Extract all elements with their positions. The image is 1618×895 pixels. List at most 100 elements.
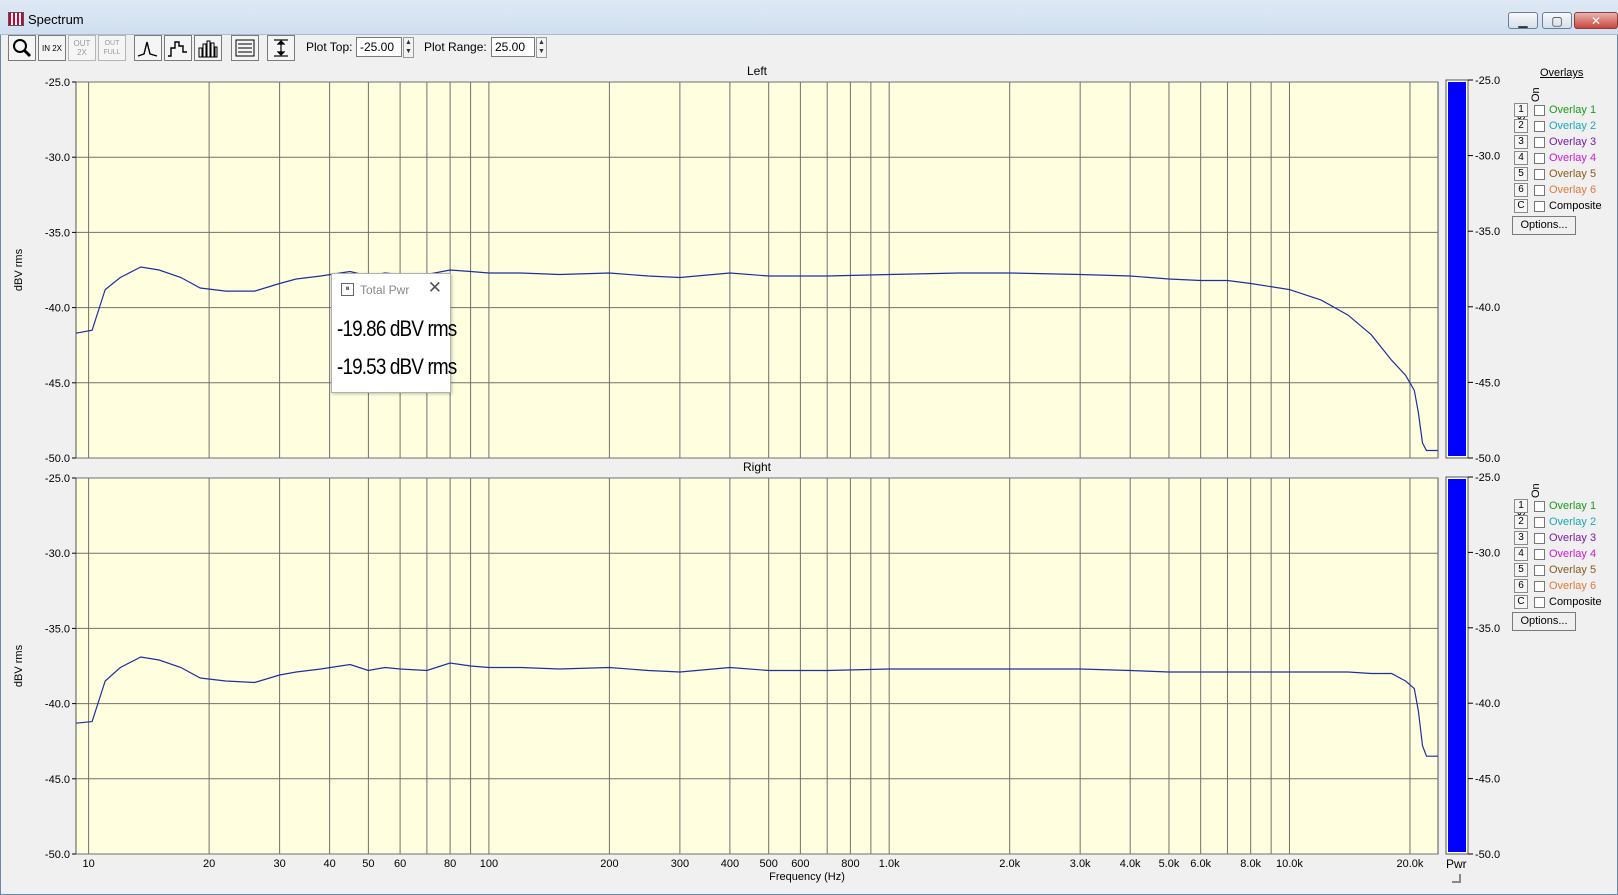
zoom-in-2x-label: IN 2X [41,43,62,53]
maximize-icon: ▢ [1551,13,1563,28]
zoom-button[interactable] [8,35,36,61]
plot-top-input[interactable] [356,37,402,57]
spectrum-window [0,0,1618,895]
zoom-out-full-button[interactable]: OUT FULL [98,35,126,61]
title-bar[interactable]: Spectrum ▁ ▢ ✕ [0,0,1618,35]
overlay-label: Overlay 6 [1549,184,1597,196]
on-column-label: On [1530,87,1542,102]
overlay-label: Overlay 3 [1549,532,1597,544]
plot-top-label: Plot Top: [306,40,353,54]
autoscale-button[interactable] [267,35,295,61]
overlay-on-checkbox[interactable] [1534,121,1545,132]
overlay-on-checkbox[interactable] [1534,581,1545,592]
zoom-out-2x-button[interactable]: OUT 2X [68,35,96,61]
window-title: Spectrum [28,12,84,27]
zoom-in-2x-button[interactable]: IN 2X [38,35,66,61]
overlay-set-button[interactable]: 6 [1514,183,1528,197]
overlay-label: Overlay 1 [1549,500,1597,512]
minimize-icon: ▁ [1518,13,1528,28]
overlay-label: Overlay 1 [1549,104,1597,116]
overlay-on-checkbox[interactable] [1534,597,1545,608]
overlay-on-checkbox[interactable] [1534,169,1545,180]
overlay-set-button[interactable]: C [1514,595,1528,609]
minimize-button[interactable]: ▁ [1508,12,1538,29]
overlay-on-checkbox[interactable] [1534,517,1545,528]
overlay-label: Overlay 2 [1549,516,1597,528]
close-icon: ✕ [1590,13,1602,28]
overlay-on-checkbox[interactable] [1534,501,1545,512]
pin-icon[interactable]: ⏸ [341,283,354,296]
overlay-set-button[interactable]: 3 [1514,531,1528,545]
bar-graph-icon [198,40,218,58]
resize-grip[interactable] [1452,874,1461,883]
layout-button[interactable] [231,35,259,61]
overlay-on-checkbox[interactable] [1534,549,1545,560]
app-icon [8,12,24,26]
maximize-button[interactable]: ▢ [1542,12,1572,29]
overlay-set-button[interactable]: 5 [1514,563,1528,577]
overlay-row: 3 Overlay 3 [1514,135,1614,150]
total-pwr-title: Total Pwr [360,283,410,297]
overlay-set-button[interactable]: C [1514,199,1528,213]
overlay-options-button[interactable]: Options... [1512,216,1576,235]
peak-mode-button[interactable] [134,35,162,61]
overlay-row: 5 Overlay 5 [1514,167,1614,182]
vertical-scale-icon [274,39,288,57]
overlay-row: 1 Overlay 1 [1514,499,1614,514]
spin-down-icon: ▼ [405,48,412,55]
overlay-set-button[interactable]: 3 [1514,135,1528,149]
zoom-out-full-label: OUT FULL [103,40,121,56]
overlay-row: 6 Overlay 6 [1514,183,1614,198]
plot-range-input[interactable] [491,37,535,57]
overlay-set-button[interactable]: 1 [1514,103,1528,117]
overlay-set-button[interactable]: 4 [1514,151,1528,165]
step-mode-button[interactable] [164,35,192,61]
overlay-row: 4 Overlay 4 [1514,151,1614,166]
overlay-row: 3 Overlay 3 [1514,531,1614,546]
overlay-label: Overlay 4 [1549,548,1597,560]
overlay-label: Overlay 4 [1549,152,1597,164]
overlay-on-checkbox[interactable] [1534,137,1545,148]
overlay-on-checkbox[interactable] [1534,105,1545,116]
overlay-set-button[interactable]: 1 [1514,499,1528,513]
overlay-options-button[interactable]: Options... [1512,612,1576,631]
overlay-on-checkbox[interactable] [1534,153,1545,164]
overlay-label: Overlay 3 [1549,136,1597,148]
step-line-icon [168,41,187,57]
close-button[interactable]: ✕ [1574,12,1618,29]
overlay-set-button[interactable]: 4 [1514,547,1528,561]
total-pwr-popup[interactable]: ⏸ Total Pwr ✕ -19.86 dBV rms -19.53 dBV … [331,273,457,393]
overlay-set-button[interactable]: 6 [1514,579,1528,593]
overlay-on-checkbox[interactable] [1534,201,1545,212]
overlay-label: Composite [1549,596,1602,608]
plot-top-spinner[interactable]: ▲ ▼ [403,37,414,58]
overlay-label: Composite [1549,200,1602,212]
overlay-row: 2 Overlay 2 [1514,119,1614,134]
overlay-row: C Composite [1514,199,1614,214]
total-pwr-value-right: -19.53 dBV rms [337,354,457,379]
overlay-row: 4 Overlay 4 [1514,547,1614,562]
overlay-set-button[interactable]: 2 [1514,119,1528,133]
magnifier-icon [13,39,32,58]
overlay-set-button[interactable]: 5 [1514,167,1528,181]
overlay-label: Overlay 5 [1549,564,1597,576]
plot-range-spinner[interactable]: ▲ ▼ [536,37,547,58]
plot-range-label: Plot Range: [424,40,487,54]
spin-up-icon: ▲ [405,39,412,46]
total-pwr-value-left: -19.86 dBV rms [337,316,457,341]
overlay-on-checkbox[interactable] [1534,533,1545,544]
overlay-label: Overlay 5 [1549,168,1597,180]
overlay-row: 2 Overlay 2 [1514,515,1614,530]
overlay-row: 1 Overlay 1 [1514,103,1614,118]
bar-mode-button[interactable] [194,35,222,61]
overlay-label: Overlay 2 [1549,120,1597,132]
overlay-row: 5 Overlay 5 [1514,563,1614,578]
close-icon[interactable]: ✕ [428,278,442,298]
peak-icon [137,41,158,57]
overlay-set-button[interactable]: 2 [1514,515,1528,529]
overlay-on-checkbox[interactable] [1534,185,1545,196]
on-column-label: On [1530,483,1542,498]
overlay-row: 6 Overlay 6 [1514,579,1614,594]
overlay-on-checkbox[interactable] [1534,565,1545,576]
spin-up-icon: ▲ [538,39,545,46]
